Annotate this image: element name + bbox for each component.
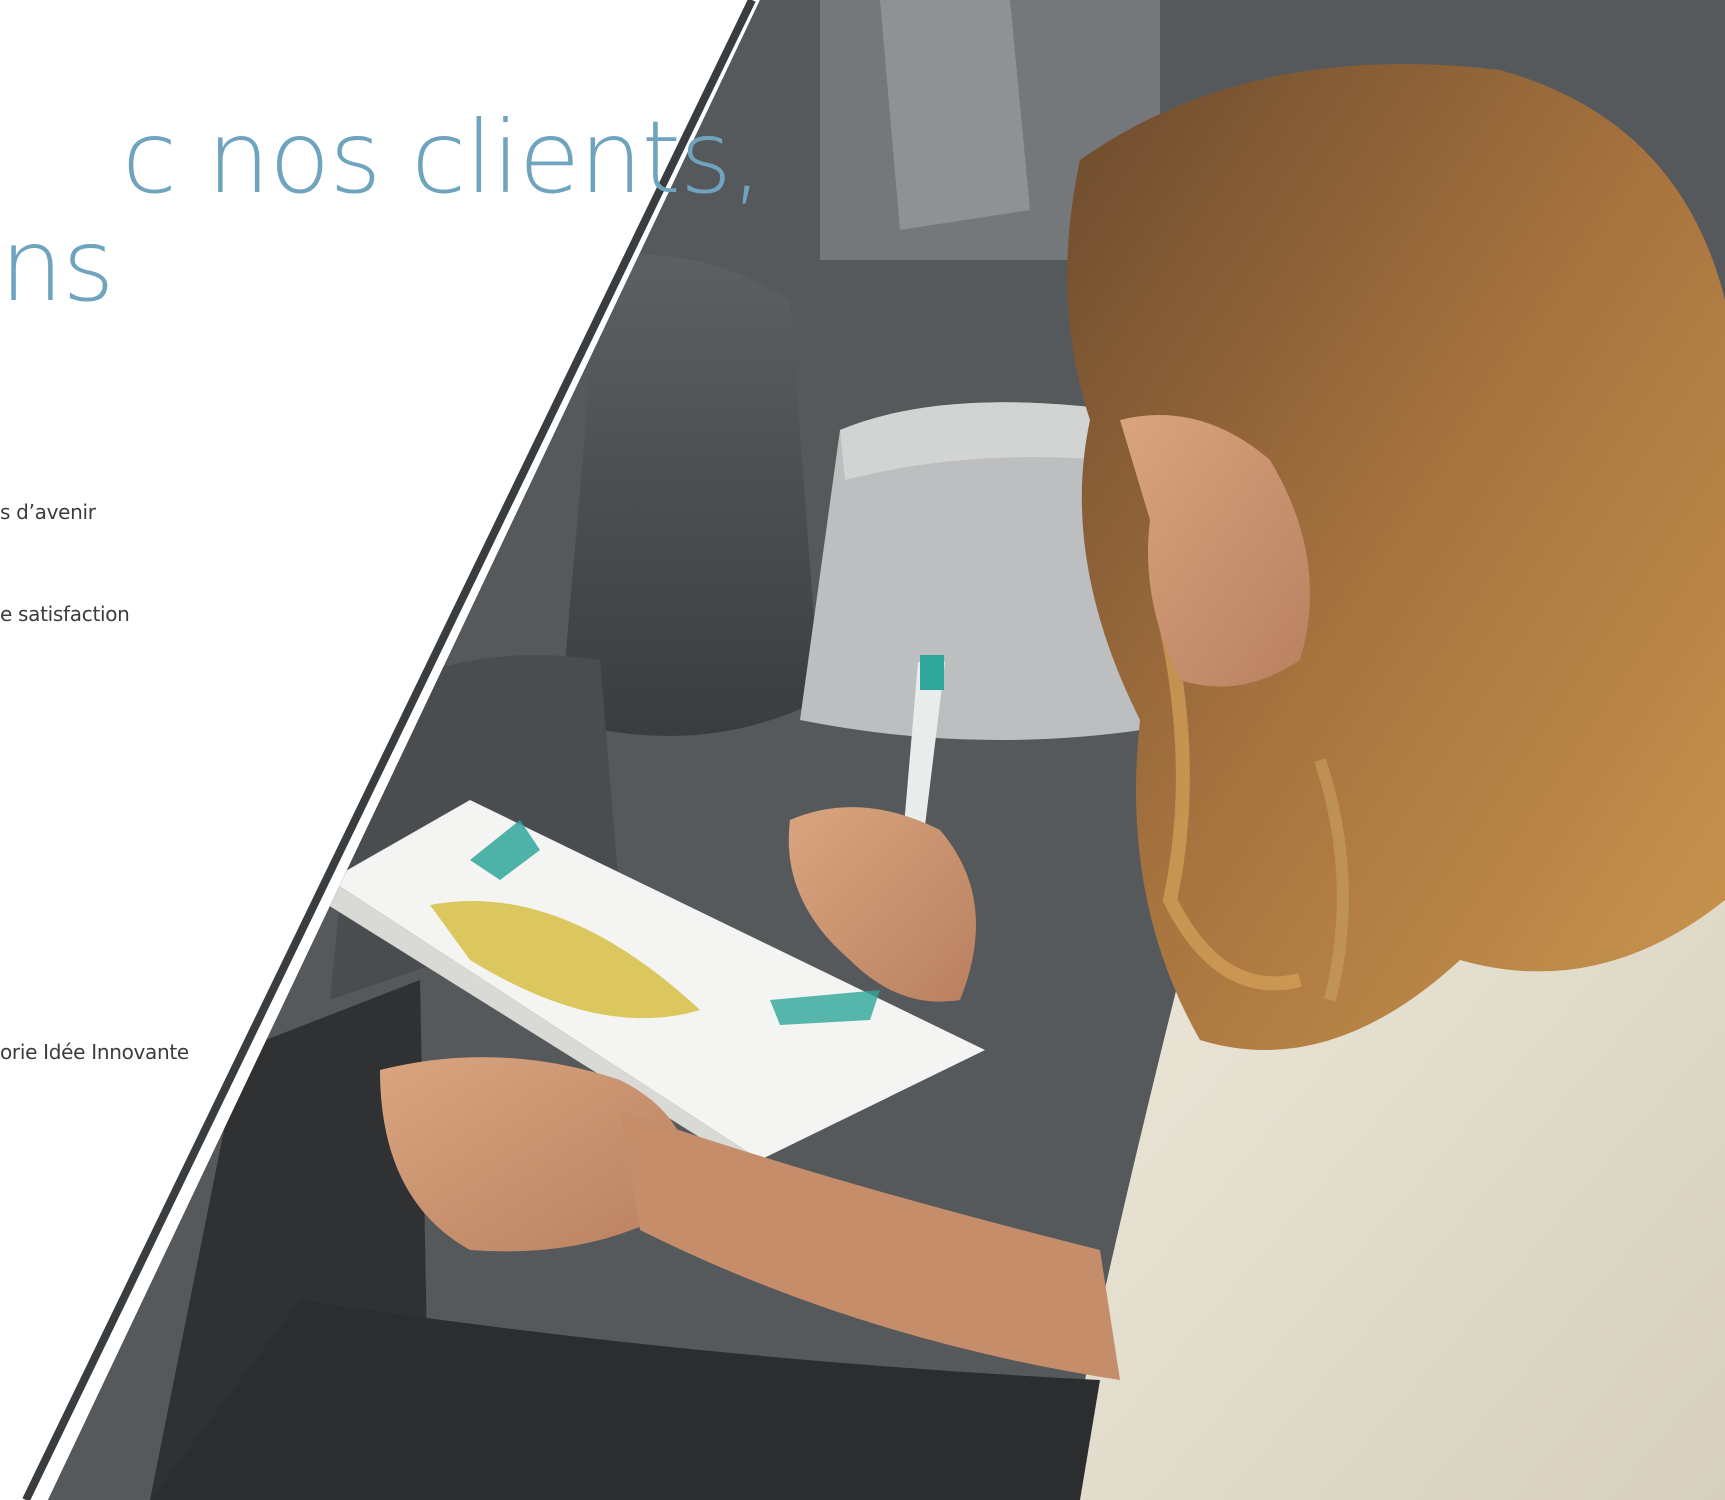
list-item-future-jobs: s d’avenir <box>0 500 96 524</box>
list-item-satisfaction: e satisfaction <box>0 602 130 626</box>
headline-line-2: ns <box>0 207 114 324</box>
brochure-page: c nos clients, ns s d’avenir e satisfact… <box>0 0 1725 1500</box>
headline-line-1: c nos clients, <box>122 99 763 216</box>
list-item-innovative-idea: orie Idée Innovante <box>0 1040 189 1064</box>
diagonal-divider <box>22 0 756 1500</box>
